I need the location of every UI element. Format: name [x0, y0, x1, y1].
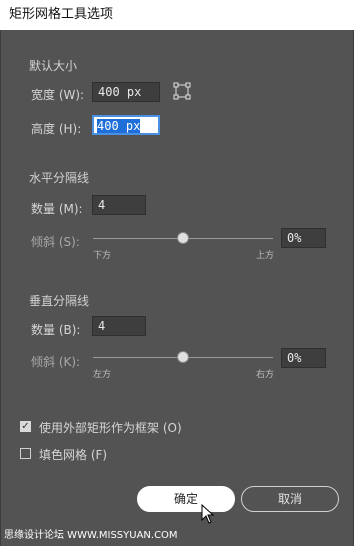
constrain-proportions-icon[interactable] [173, 82, 191, 100]
vertical-skew-left-label: 左方 [93, 370, 112, 380]
window-title: 矩形网格工具选项 [9, 7, 114, 22]
horizontal-skew-label: 倾斜 (S): [31, 235, 80, 249]
horizontal-skew-slider-thumb[interactable] [177, 232, 189, 244]
vertical-dividers-section-label: 垂直分隔线 [29, 294, 90, 308]
height-input[interactable]: 400 px [92, 115, 160, 135]
ok-button[interactable]: 确定 [137, 486, 235, 512]
horizontal-skew-left-label: 下方 [93, 251, 112, 261]
mouse-cursor-icon [201, 504, 215, 524]
fill-grid-label[interactable]: 填色网格 (F) [39, 446, 107, 463]
vertical-skew-label: 倾斜 (K): [31, 355, 81, 369]
vertical-count-input[interactable] [92, 316, 146, 336]
width-label: 宽度 (W): [31, 88, 85, 102]
horizontal-skew-input[interactable] [281, 228, 326, 248]
width-input[interactable] [92, 82, 160, 102]
horizontal-skew-right-label: 上方 [256, 251, 275, 261]
vertical-count-label: 数量 (B): [31, 323, 81, 337]
use-outer-rect-label[interactable]: 使用外部矩形作为框架 (O) [39, 419, 182, 436]
fill-grid-checkbox[interactable] [20, 448, 31, 459]
rectangular-grid-options-dialog: 默认大小 宽度 (W): 高度 (H): 400 px 水平分隔线 数量 (M)… [0, 30, 354, 546]
cancel-button[interactable]: 取消 [241, 486, 339, 512]
horizontal-count-input[interactable] [92, 195, 146, 215]
height-input-value: 400 px [97, 119, 141, 133]
height-label: 高度 (H): [31, 122, 82, 136]
horizontal-count-label: 数量 (M): [31, 202, 83, 216]
watermark: 思缘设计论坛 WWW.MISSYUAN.COM [4, 530, 178, 541]
horizontal-dividers-section-label: 水平分隔线 [29, 171, 90, 185]
default-size-section-label: 默认大小 [29, 59, 78, 73]
title-bar: 矩形网格工具选项 [0, 0, 354, 30]
vertical-skew-slider-thumb[interactable] [177, 351, 189, 363]
vertical-skew-right-label: 右方 [256, 370, 275, 380]
use-outer-rect-checkbox[interactable]: ✓ [20, 421, 31, 432]
vertical-skew-input[interactable] [281, 348, 326, 368]
